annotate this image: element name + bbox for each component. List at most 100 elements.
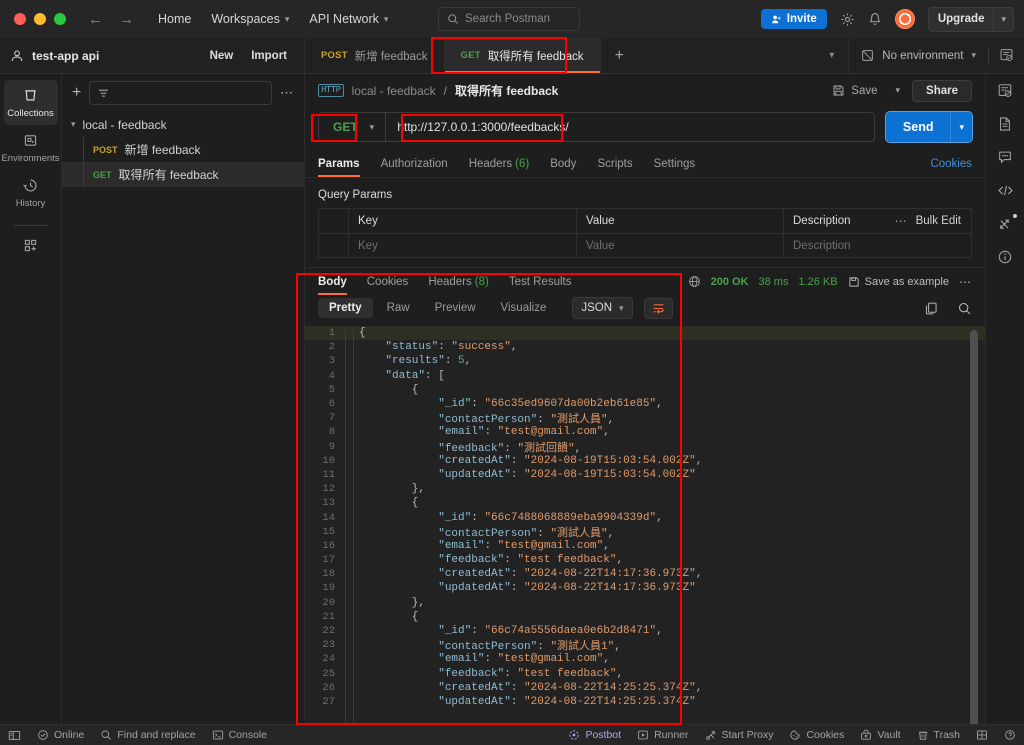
collection-node-local-feedback[interactable]: ▾ local - feedback [62,112,304,137]
wrap-lines-button[interactable] [643,297,673,319]
response-body-viewer[interactable]: 1{2 "status": "success", 3 "results": 5, 4… [305,326,985,724]
postbot-button[interactable]: Postbot [568,729,621,741]
upgrade-button[interactable]: Upgrade ▾ [927,6,1014,32]
tab-new-feedback[interactable]: POST 新增 feedback [305,38,445,73]
status-online[interactable]: Online [37,729,84,741]
response-format-selector[interactable]: JSON ▾ [572,297,633,319]
response-more-button[interactable]: ⋯ [959,275,972,289]
request-item-new-feedback[interactable]: POST 新增 feedback [62,137,304,162]
cookies-link[interactable]: Cookies [930,158,972,170]
url-input[interactable]: http://127.0.0.1:3000/feedbacks/ [385,112,875,142]
create-new-button[interactable]: + [72,85,81,101]
chevron-down-icon[interactable]: ▾ [71,119,76,130]
history-navigation[interactable]: ← → [88,12,134,27]
response-tab-test-results[interactable]: Test Results [509,268,572,295]
close-window-button[interactable] [14,13,26,25]
copy-button[interactable] [924,301,939,316]
row-checkbox[interactable] [319,234,349,257]
runner-label: Runner [654,729,689,741]
trash-button[interactable]: Trash [917,729,960,741]
chevron-down-icon[interactable]: ▾ [994,14,1013,25]
tab-params[interactable]: Params [318,151,360,177]
request-item-get-all-feedback[interactable]: GET 取得所有 feedback [62,162,304,187]
layout-toggle-button[interactable] [976,729,988,741]
table-row[interactable]: Key Value Description [319,233,971,257]
tab-get-all-feedback[interactable]: GET 取得所有 feedback [444,38,601,73]
trash-label: Trash [933,729,960,741]
info-button[interactable] [997,249,1013,265]
collections-more-button[interactable]: ⋯ [280,85,294,101]
sidebar-item-history[interactable]: History [4,170,58,215]
comments-button[interactable] [997,149,1013,165]
toggle-sidebar-button[interactable] [8,729,21,742]
environment-quick-look-button[interactable] [989,38,1024,73]
save-options-chevron-icon[interactable]: ▾ [891,82,906,99]
network-globe-icon[interactable] [688,275,701,288]
search-response-button[interactable] [957,301,972,316]
console-button[interactable]: Console [212,729,267,741]
line-number: 5 [328,383,335,396]
query-params-table: Key Value Description ⋯ Bulk Edit Key Va… [318,208,972,258]
view-raw[interactable]: Raw [376,298,421,318]
save-button[interactable]: Save [826,81,883,100]
save-as-example-button[interactable]: Save as example [848,276,949,288]
maximize-window-button[interactable] [54,13,66,25]
view-visualize[interactable]: Visualize [490,298,558,318]
minimize-window-button[interactable] [34,13,46,25]
tab-body[interactable]: Body [550,151,576,177]
new-tab-button[interactable]: + [601,38,638,73]
cookies-button[interactable]: Cookies [789,729,844,741]
response-tab-headers[interactable]: Headers (8) [428,268,489,295]
sidebar-item-collections[interactable]: Collections [3,80,58,125]
line-number: 7 [328,412,335,425]
response-tab-cookies[interactable]: Cookies [367,268,409,295]
start-proxy-button[interactable]: Start Proxy [705,729,773,741]
vault-button[interactable]: Vault [860,729,901,741]
forward-arrow-icon[interactable]: → [119,12,134,27]
runner-button[interactable]: Runner [637,729,689,741]
help-button[interactable] [1004,729,1016,741]
response-scrollbar[interactable] [970,330,978,724]
column-header-description: Description [793,215,851,227]
method-selector[interactable]: GET ▾ [318,112,386,142]
tab-settings[interactable]: Settings [654,151,696,177]
view-pretty[interactable]: Pretty [318,298,373,318]
window-controls[interactable] [10,13,66,25]
environment-selector[interactable]: No environment ▾ [849,38,988,73]
cell-description[interactable]: Description [784,234,971,257]
menu-home[interactable]: Home [158,12,191,26]
find-and-replace-button[interactable]: Find and replace [100,729,196,741]
back-arrow-icon[interactable]: ← [88,12,103,27]
invite-button[interactable]: Invite [760,9,827,29]
documentation-button[interactable] [997,116,1013,132]
send-button[interactable]: Send [885,112,951,142]
cell-value[interactable]: Value [577,234,784,257]
code-snippet-button[interactable] [997,182,1014,199]
send-options-chevron-icon[interactable]: ▾ [950,112,972,142]
tab-scripts[interactable]: Scripts [597,151,632,177]
sidebar-item-environments[interactable]: Environments [1,125,60,170]
settings-button[interactable] [840,12,855,27]
cell-key[interactable]: Key [349,234,577,257]
avatar[interactable] [894,9,915,29]
breadcrumb-collection[interactable]: local - feedback [352,84,436,98]
environment-quick-look-button[interactable] [997,83,1013,99]
tab-authorization[interactable]: Authorization [381,151,448,177]
params-more-icon[interactable]: ⋯ [895,214,908,228]
tab-headers[interactable]: Headers (6) [469,151,530,177]
collection-runner-button[interactable] [997,214,1017,232]
filter-input[interactable] [89,81,272,105]
view-preview[interactable]: Preview [424,298,487,318]
http-protocol-badge: HTTP [318,84,344,97]
new-button[interactable]: New [203,47,241,65]
share-button[interactable]: Share [912,79,972,102]
sidebar-item-add-module[interactable] [4,230,58,260]
notifications-button[interactable] [868,12,882,27]
bulk-edit-button[interactable]: Bulk Edit [916,215,961,227]
import-button[interactable]: Import [244,47,294,65]
search-input[interactable]: Search Postman [438,7,580,31]
response-tab-body[interactable]: Body [318,268,347,295]
menu-workspaces[interactable]: Workspaces ▾ [211,12,289,26]
menu-api-network[interactable]: API Network ▾ [309,12,388,26]
tab-overflow-chevron-icon[interactable]: ▾ [815,38,850,73]
